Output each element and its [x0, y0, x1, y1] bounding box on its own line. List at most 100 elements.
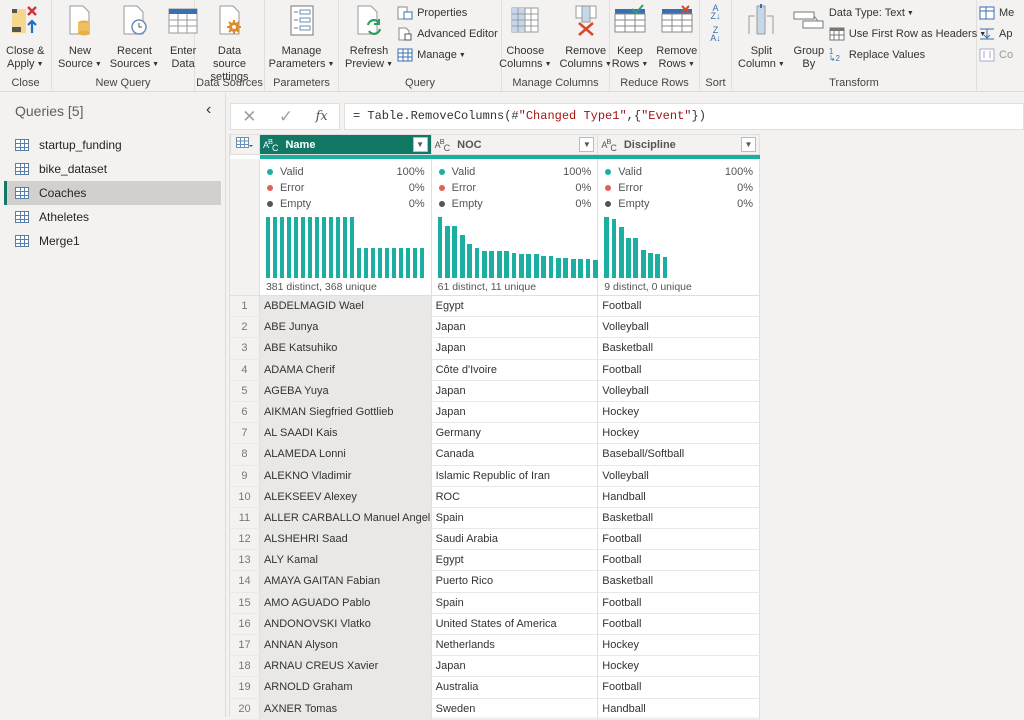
commit-icon[interactable]: ✓: [279, 107, 293, 127]
cell-noc[interactable]: Egypt: [432, 296, 599, 317]
histogram-bar[interactable]: [391, 247, 397, 278]
histogram-bar[interactable]: [489, 251, 495, 278]
histogram-bar[interactable]: [519, 254, 524, 278]
close-apply-button[interactable]: Close & Apply ▼: [2, 0, 49, 71]
cell-discipline[interactable]: Football: [598, 529, 760, 550]
histogram-bar[interactable]: [314, 217, 320, 278]
cell-discipline[interactable]: Football: [598, 613, 760, 634]
cell-discipline[interactable]: Basketball: [598, 338, 760, 359]
cell-noc[interactable]: Japan: [432, 317, 599, 338]
histogram-bar[interactable]: [585, 259, 591, 278]
replace-values-button[interactable]: 1 ↳2 Replace Values: [829, 46, 986, 64]
cell-name[interactable]: ANNAN Alyson: [259, 635, 432, 656]
histogram-bar[interactable]: [335, 217, 341, 278]
cell-discipline[interactable]: Hockey: [598, 656, 760, 677]
cell-noc[interactable]: United States of America: [432, 613, 599, 634]
histogram-bar[interactable]: [307, 217, 313, 278]
cell-noc[interactable]: Spain: [432, 507, 599, 529]
histogram-bar[interactable]: [265, 217, 271, 278]
cell-name[interactable]: AMAYA GAITAN Fabian: [259, 571, 432, 592]
cell-discipline[interactable]: Football: [598, 677, 760, 698]
histogram-bar[interactable]: [370, 247, 376, 278]
query-item-bike-dataset[interactable]: bike_dataset: [4, 157, 221, 181]
group-by-button[interactable]: Group By: [789, 0, 829, 71]
cell-discipline[interactable]: Football: [598, 296, 760, 317]
remove-columns-button[interactable]: Remove Columns ▼: [556, 0, 616, 71]
histogram-bar[interactable]: [300, 217, 306, 278]
properties-button[interactable]: Properties: [397, 4, 498, 22]
cell-discipline[interactable]: Hockey: [598, 423, 760, 444]
cell-discipline[interactable]: Football: [598, 359, 760, 380]
cell-discipline[interactable]: Football: [598, 592, 760, 613]
data-type-dropdown[interactable]: Data Type: Text ▼: [829, 4, 986, 22]
merge-queries-button[interactable]: Me: [979, 4, 1014, 22]
histogram-bar[interactable]: [293, 217, 299, 278]
histogram-bar[interactable]: [611, 219, 617, 278]
histogram-bar[interactable]: [655, 253, 661, 278]
cell-noc[interactable]: Japan: [432, 338, 599, 359]
table-menu-button[interactable]: [230, 134, 260, 155]
cell-name[interactable]: ALLER CARBALLO Manuel Angel: [259, 507, 432, 529]
formula-input[interactable]: = Table.RemoveColumns(#"Changed Type1",{…: [344, 103, 1024, 130]
histogram-bar[interactable]: [363, 247, 369, 278]
cell-noc[interactable]: Egypt: [432, 550, 599, 571]
cell-discipline[interactable]: Baseball/Softball: [598, 444, 760, 465]
refresh-preview-button[interactable]: Refresh Preview ▼: [341, 0, 397, 71]
histogram-bar[interactable]: [541, 256, 546, 278]
fx-icon[interactable]: fx: [316, 109, 328, 124]
recent-sources-button[interactable]: Recent Sources ▼: [106, 0, 163, 71]
cell-name[interactable]: ANDONOVSKI Vlatko: [259, 613, 432, 634]
cell-noc[interactable]: Saudi Arabia: [432, 529, 599, 550]
remove-rows-button[interactable]: Remove Rows ▼: [652, 0, 701, 71]
histogram-bar[interactable]: [445, 226, 450, 278]
cell-discipline[interactable]: Basketball: [598, 571, 760, 592]
cell-discipline[interactable]: Handball: [598, 486, 760, 507]
cell-name[interactable]: ABE Junya: [259, 317, 432, 338]
cell-discipline[interactable]: Handball: [598, 698, 760, 719]
cell-noc[interactable]: ROC: [432, 486, 599, 507]
cell-noc[interactable]: Islamic Republic of Iran: [432, 465, 599, 486]
histogram-bar[interactable]: [662, 256, 668, 278]
cell-noc[interactable]: Japan: [432, 380, 599, 401]
cell-name[interactable]: ABDELMAGID Wael: [259, 296, 432, 317]
histogram-bar[interactable]: [405, 247, 411, 278]
cell-name[interactable]: ALAMEDA Lonni: [259, 444, 432, 465]
histogram-bar[interactable]: [474, 248, 480, 278]
choose-columns-button[interactable]: Choose Columns ▼: [495, 0, 555, 71]
histogram-bar[interactable]: [412, 247, 418, 278]
manage-button[interactable]: Manage ▼: [397, 46, 498, 64]
histogram-bar[interactable]: [633, 237, 639, 278]
histogram-bar[interactable]: [626, 237, 631, 278]
histogram-bar[interactable]: [377, 247, 383, 278]
cell-discipline[interactable]: Hockey: [598, 401, 760, 423]
cell-discipline[interactable]: Football: [598, 550, 760, 571]
histogram-bar[interactable]: [286, 217, 292, 278]
histogram-bar[interactable]: [504, 251, 509, 278]
advanced-editor-button[interactable]: Advanced Editor: [397, 25, 498, 43]
histogram-bar[interactable]: [452, 226, 458, 278]
keep-rows-button[interactable]: Keep Rows ▼: [608, 0, 652, 71]
cell-name[interactable]: AIKMAN Siegfried Gottlieb: [259, 401, 432, 423]
combine-files-button[interactable]: Co: [979, 46, 1014, 64]
histogram-bar[interactable]: [419, 247, 425, 278]
histogram-bar[interactable]: [593, 260, 598, 278]
query-item-coaches[interactable]: Coaches: [4, 181, 221, 205]
cell-name[interactable]: AL SAADI Kais: [259, 423, 432, 444]
histogram-bar[interactable]: [349, 217, 355, 278]
cell-name[interactable]: AMO AGUADO Pablo: [259, 592, 432, 613]
filter-dropdown-icon[interactable]: ▼: [579, 137, 595, 152]
cell-noc[interactable]: Japan: [432, 656, 599, 677]
split-column-button[interactable]: Split Column ▼: [734, 0, 789, 71]
histogram-bar[interactable]: [437, 217, 443, 278]
histogram-bar[interactable]: [272, 217, 278, 278]
cell-noc[interactable]: Côte d'Ivoire: [432, 359, 599, 380]
cell-name[interactable]: ABE Katsuhiko: [259, 338, 432, 359]
filter-dropdown-icon[interactable]: ▼: [741, 137, 756, 152]
cell-discipline[interactable]: Volleyball: [598, 380, 760, 401]
histogram-bar[interactable]: [279, 217, 285, 278]
sort-ascending-button[interactable]: A Z↓: [711, 4, 721, 21]
histogram-bar[interactable]: [398, 247, 404, 278]
histogram-bar[interactable]: [459, 235, 465, 278]
query-item-merge1[interactable]: Merge1: [4, 229, 221, 253]
histogram-bar[interactable]: [578, 259, 583, 278]
